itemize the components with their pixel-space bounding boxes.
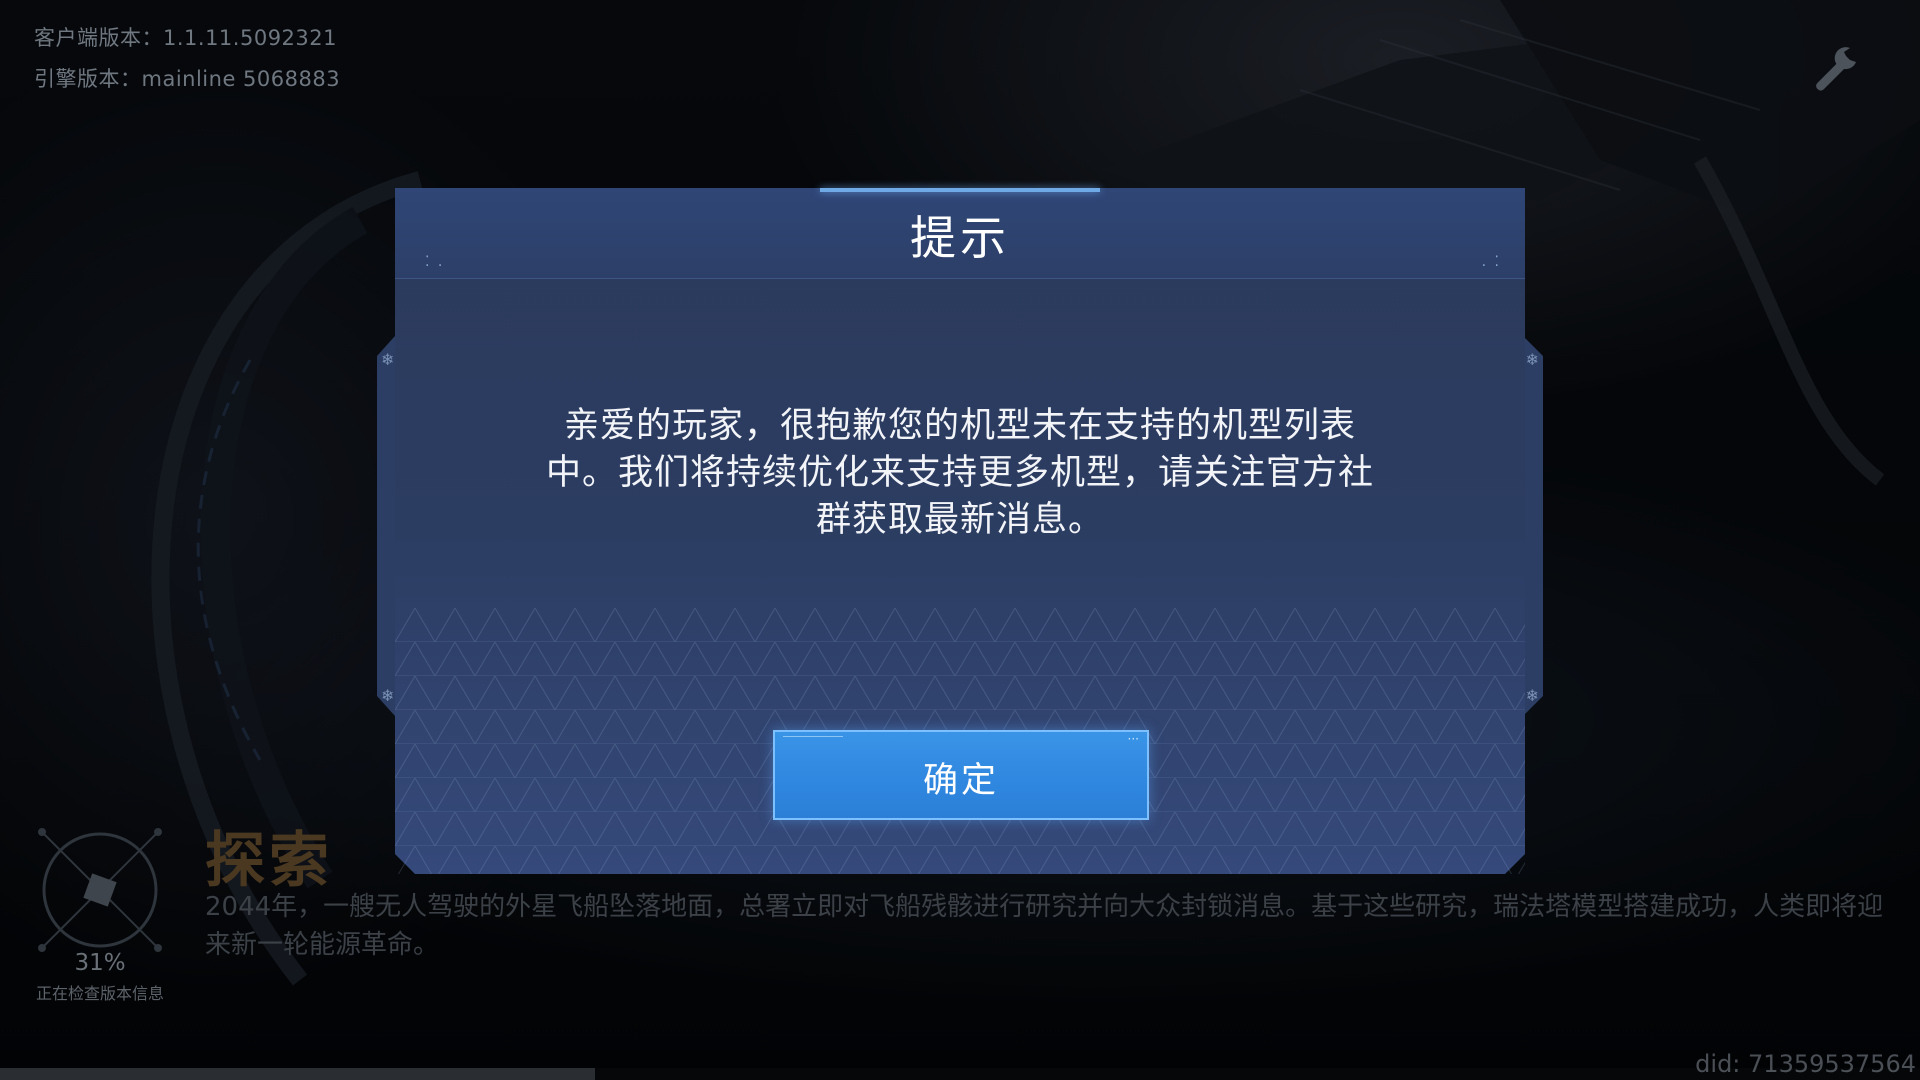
dialog-right-wing bbox=[1523, 336, 1543, 716]
confirm-button-label: 确定 bbox=[922, 761, 999, 801]
header-accent-line bbox=[820, 188, 1100, 192]
dialog-message: 亲爱的玩家，很抱歉您的机型未在支持的机型列表中。我们将持续优化来支持更多机型，请… bbox=[545, 406, 1374, 540]
engine-version: 引擎版本：mainline 5068883 bbox=[34, 67, 341, 91]
side-marker-icon: ❄ bbox=[381, 686, 395, 705]
corner-dots-icon: ⁚ . bbox=[425, 254, 445, 270]
game-launcher-screen: 客户端版本：1.1.11.5092321 引擎版本：mainline 50688… bbox=[0, 0, 1920, 1080]
wrench-icon[interactable] bbox=[1806, 42, 1862, 98]
dialog-title: 提示 bbox=[910, 211, 1010, 265]
story-description: 2044年，一艘无人驾驶的外星飞船坠落地面，总署立即对飞船残骸进行研究并向大众封… bbox=[205, 892, 1884, 960]
loading-status: 正在检查版本信息 bbox=[35, 984, 164, 1003]
loading-progress-bar bbox=[0, 1068, 1920, 1080]
side-marker-icon: ❄ bbox=[1525, 350, 1539, 369]
confirm-button[interactable]: ··· 确定 bbox=[773, 730, 1149, 820]
loading-progress-fill bbox=[0, 1068, 596, 1080]
button-dots-icon: ··· bbox=[1127, 732, 1139, 746]
button-tag-line bbox=[783, 736, 843, 743]
dialog-left-wing bbox=[377, 336, 395, 716]
side-marker-icon: ❄ bbox=[1525, 686, 1539, 705]
corner-dots-icon: . ⁚ bbox=[1481, 254, 1501, 270]
dialog-header: 提示 ⁚ . . ⁚ bbox=[395, 188, 1525, 279]
loading-ring-icon bbox=[38, 828, 162, 952]
client-version: 客户端版本：1.1.11.5092321 bbox=[34, 26, 337, 50]
side-marker-icon: ❄ bbox=[381, 350, 395, 369]
story-title: 探索 bbox=[205, 826, 333, 896]
notice-dialog: 提示 ⁚ . . ⁚ ❄ ❄ ❄ ❄ 亲爱的玩家，很抱歉您的机型未在支持的机型列… bbox=[377, 188, 1543, 874]
loading-percent: 31% bbox=[74, 950, 126, 976]
